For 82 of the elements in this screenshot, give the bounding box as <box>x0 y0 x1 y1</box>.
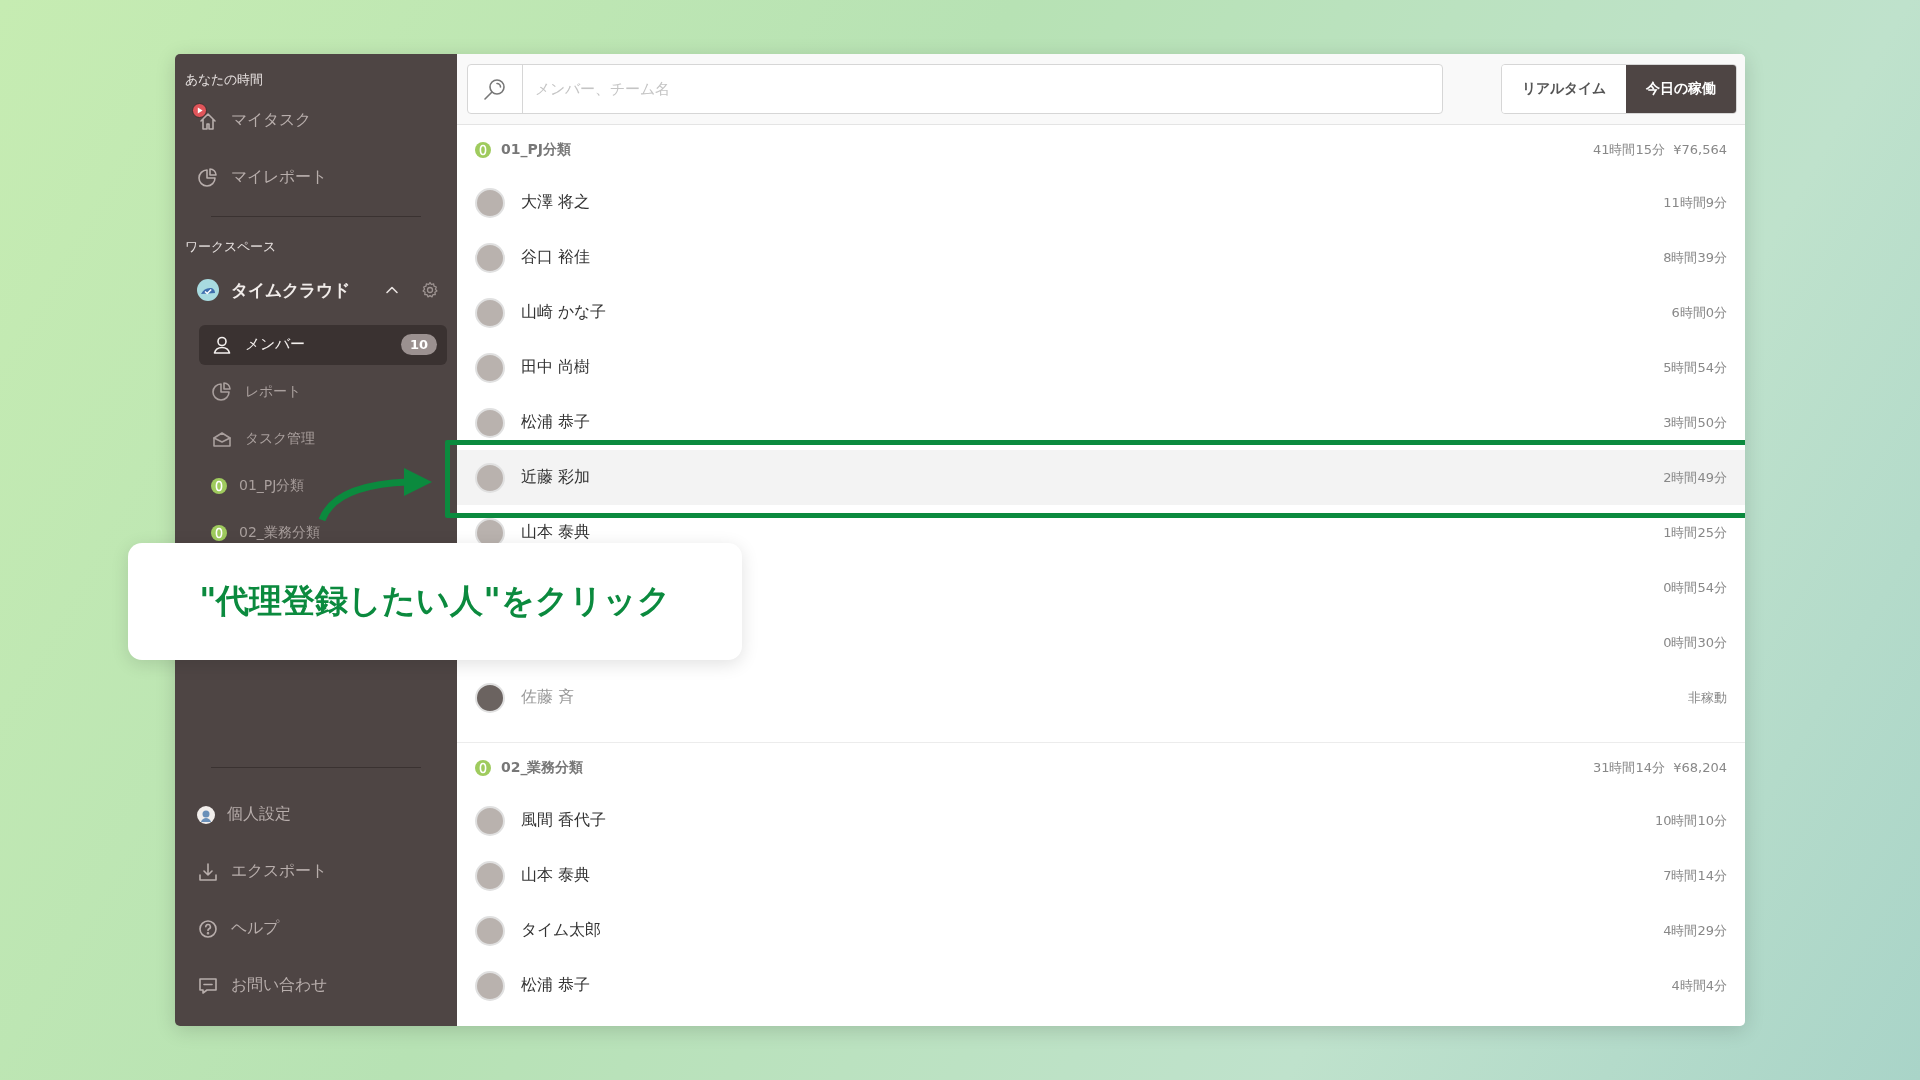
download-icon <box>197 860 219 883</box>
work-time: 8時間39分 <box>1663 248 1727 267</box>
member-name: 谷口 裕佳 <box>521 247 592 268</box>
member-row[interactable]: 山崎 かな子 6時間0分 <box>457 285 1745 340</box>
sidebar-item[interactable]: 02_業務分類 <box>199 512 447 553</box>
sidebar-item[interactable]: ヘルプ <box>185 900 447 957</box>
avatar <box>475 682 505 713</box>
member-name: タイム太郎 <box>521 920 602 941</box>
sidebar-item[interactable]: タスク管理 <box>199 418 447 459</box>
search-icon <box>482 76 508 102</box>
work-time: 6時間0分 <box>1671 303 1727 322</box>
callout-text: "代理登録したい人"をクリック <box>199 580 671 622</box>
sidebar-item[interactable]: メンバー 10 <box>199 324 447 365</box>
category-icon <box>475 142 491 158</box>
member-row[interactable]: タイム太郎 4時間29分 <box>457 903 1745 958</box>
member-name: 風間 香代子 <box>521 810 608 831</box>
sidebar-item[interactable]: エクスポート <box>185 843 447 900</box>
member-row[interactable]: 田中 尚樹 5時間54分 <box>457 340 1745 395</box>
work-time: 0時間30分 <box>1663 633 1727 652</box>
work-time: 4時間29分 <box>1663 921 1727 940</box>
count-badge: 10 <box>400 334 437 355</box>
sidebar-item[interactable]: レポート <box>199 371 447 412</box>
sidebar-item[interactable]: 01_PJ分類 <box>199 465 447 506</box>
member-name: 山本 泰典 <box>521 522 592 543</box>
member-name: 佐藤 斉 <box>521 687 576 708</box>
member-name: 山本 泰典 <box>521 865 592 886</box>
avatar <box>475 805 505 836</box>
work-time: 5時間54分 <box>1663 358 1727 377</box>
member-row[interactable]: 風間 香代子 10時間10分 <box>457 793 1745 848</box>
group-total: 31時間14分 ¥68,204 <box>1592 759 1727 777</box>
workspace-logo-icon <box>197 279 219 301</box>
member-name: 松浦 恭子 <box>521 412 592 433</box>
category-icon <box>211 524 227 541</box>
section-heading: ワークスペース <box>185 238 276 256</box>
avatar-icon <box>197 805 215 824</box>
help-icon <box>197 917 219 940</box>
avatar <box>475 970 505 1001</box>
member-name: 近藤 彩加 <box>521 467 592 488</box>
avatar <box>475 915 505 946</box>
group-name: 02_業務分類 <box>501 759 585 777</box>
member-row[interactable]: 近藤 彩加 2時間49分 <box>457 450 1745 505</box>
work-time: 2時間49分 <box>1663 468 1727 487</box>
member-row[interactable]: 山本 泰典 7時間14分 <box>457 848 1745 903</box>
settings-icon[interactable] <box>421 281 439 299</box>
work-time: 3時間50分 <box>1663 413 1727 432</box>
sidebar-item[interactable]: マイレポート <box>185 149 447 206</box>
work-time: 10時間10分 <box>1654 811 1727 830</box>
member-row[interactable]: 佐藤 斉 非稼動 <box>457 670 1745 725</box>
pie-chart-icon <box>211 380 233 403</box>
group-name: 01_PJ分類 <box>501 141 572 159</box>
work-time: 0時間54分 <box>1663 578 1727 597</box>
member-row[interactable]: 松浦 恭子 4時間4分 <box>457 958 1745 1013</box>
pie-chart-icon <box>197 166 219 189</box>
section-heading: あなたの時間 <box>185 71 263 89</box>
member-row[interactable]: 谷口 裕佳 8時間39分 <box>457 230 1745 285</box>
work-time: 7時間14分 <box>1663 866 1727 885</box>
sidebar-item[interactable]: マイタスク <box>185 92 447 149</box>
sidebar-item[interactable]: お問い合わせ <box>185 957 447 1014</box>
work-time: 1時間25分 <box>1663 523 1727 542</box>
member-row[interactable]: 大澤 将之 11時間9分 <box>457 175 1745 230</box>
work-time: 非稼動 <box>1688 688 1727 707</box>
member-name: 松浦 恭子 <box>521 975 592 996</box>
category-icon <box>211 477 227 494</box>
avatar <box>475 352 505 383</box>
member-row[interactable]: 松浦 恭子 3時間50分 <box>457 395 1745 450</box>
member-name: 田中 尚樹 <box>521 357 592 378</box>
avatar <box>475 297 505 328</box>
avatar <box>475 860 505 891</box>
view-toggle-button[interactable]: 今日の稼働 <box>1626 65 1736 113</box>
work-time: 11時間9分 <box>1663 193 1727 212</box>
member-name: 大澤 将之 <box>521 192 592 213</box>
avatar <box>475 462 505 493</box>
workspace-name[interactable]: タイムクラウド <box>231 278 371 302</box>
avatar <box>475 407 505 438</box>
group-total: 41時間15分 ¥76,564 <box>1592 141 1727 159</box>
avatar <box>475 242 505 273</box>
category-icon <box>475 760 491 776</box>
member-name: 山崎 かな子 <box>521 302 608 323</box>
sidebar-item[interactable]: 個人設定 <box>185 786 447 843</box>
work-time: 4時間4分 <box>1671 976 1727 995</box>
view-toggle-button[interactable]: リアルタイム <box>1502 65 1626 113</box>
avatar <box>475 187 505 218</box>
